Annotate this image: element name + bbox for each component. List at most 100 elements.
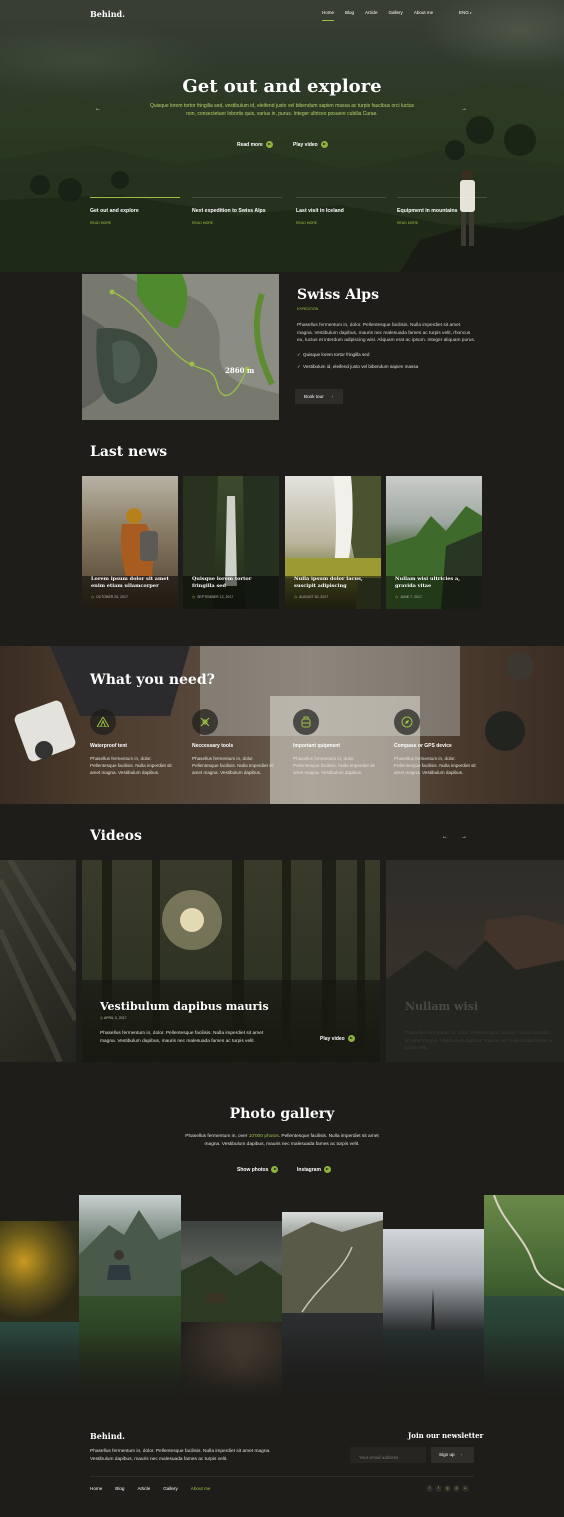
check-label: Quisque lorem tortor fringilla sed	[303, 352, 370, 357]
hero-item[interactable]: Get out and explore READ MORE	[90, 197, 180, 225]
clock-icon: ◷	[91, 595, 95, 599]
play-icon	[320, 141, 328, 148]
play-video-label: Play video	[320, 1035, 345, 1042]
footer-nav-blog[interactable]: Blog	[115, 1486, 124, 1491]
read-more-button[interactable]: Read more	[237, 141, 273, 148]
nav-blog[interactable]: Blog	[345, 10, 354, 21]
show-photos-button[interactable]: Show photos	[237, 1166, 279, 1173]
alps-map-image: 2860 m	[82, 274, 279, 420]
news-card-title[interactable]: Quisque lorem tortor fringilla sed	[192, 576, 272, 589]
gallery-photo[interactable]	[0, 1221, 79, 1322]
news-card-title[interactable]: Lorem ipsum dolor sit amet enim etiam ul…	[91, 576, 171, 589]
hero-item-link[interactable]: READ MORE	[192, 221, 282, 225]
need-item-text: Phasellus fermentum in, dolor. Pellentes…	[293, 756, 375, 775]
footer-nav-article[interactable]: Article	[137, 1486, 150, 1491]
news-card-title[interactable]: Nullam wisi ultricies a, gravida vitae	[395, 576, 475, 589]
signup-button[interactable]: Sign up ›	[431, 1447, 474, 1463]
video-title[interactable]: Vestibulum dapibus mauris	[100, 1000, 269, 1013]
arrow-right-icon	[265, 141, 273, 148]
news-card[interactable]: Lorem ipsum dolor sit amet enim etiam ul…	[82, 476, 178, 609]
hero-landscape-image	[0, 80, 564, 272]
what-you-need-section	[0, 646, 564, 804]
facebook-icon[interactable]: f	[435, 1485, 442, 1492]
arrow-right-icon[interactable]: →	[461, 834, 467, 840]
footer-nav-about[interactable]: About me	[191, 1486, 211, 1491]
need-item-text: Phasellus fermentum in, dolor. Pellentes…	[394, 756, 476, 775]
news-card[interactable]: Nullam wisi ultricies a, gravida vitae ◷…	[386, 476, 482, 609]
nav-gallery[interactable]: Gallery	[389, 10, 403, 21]
video-thumb-prev[interactable]	[0, 860, 76, 1062]
hero-section: Behind. Home Blog Article Gallery About …	[0, 0, 564, 272]
arrow-right-icon: ›	[331, 394, 334, 399]
arrow-right-icon	[271, 1166, 279, 1173]
footer-nav-home[interactable]: Home	[90, 1486, 102, 1491]
nav-about[interactable]: About me	[414, 10, 433, 21]
gallery-photo[interactable]	[484, 1195, 564, 1296]
compass-icon	[394, 709, 420, 735]
video-next-title[interactable]: Nullam wisi	[405, 1000, 478, 1013]
need-item: Waterproof tent Phasellus fermentum in, …	[90, 709, 172, 776]
play-video-button[interactable]: Play video	[293, 141, 328, 148]
nav-article[interactable]: Article	[365, 10, 378, 21]
news-card-date: ◷ SEPTEMBER 12, 2017	[192, 595, 233, 599]
need-section-title: What you need?	[90, 672, 215, 688]
gallery-photo[interactable]	[282, 1212, 383, 1313]
newsletter-email-input[interactable]	[350, 1447, 426, 1463]
hero-item[interactable]: Equipment in mountains READ MORE	[397, 197, 487, 225]
backpack-icon	[293, 709, 319, 735]
video-date-label: APRIL 3, 2017	[103, 1016, 127, 1020]
altitude-label: 2860 m	[225, 366, 255, 375]
gallery-desc-text: Phasellus fermentum in, over	[185, 1134, 248, 1139]
news-card[interactable]: Nulla ipsum dolor lacus, suscipit adipis…	[285, 476, 381, 609]
news-card-date-label: SEPTEMBER 12, 2017	[197, 595, 234, 599]
instagram-button[interactable]: Instagram	[297, 1166, 331, 1173]
need-item: Neccessary tools Phasellus fermentum in,…	[192, 709, 274, 776]
language-label: ENG	[459, 10, 469, 15]
clock-icon: ◷	[294, 595, 298, 599]
footer-divider	[90, 1476, 474, 1477]
news-image	[285, 476, 381, 609]
hero-item-title: Last visit in Iceland	[296, 208, 344, 214]
news-image	[183, 476, 279, 609]
hero-item-link[interactable]: READ MORE	[90, 221, 180, 225]
chevron-right-icon[interactable]: →	[461, 106, 467, 112]
news-card-date-label: AUGUST 30, 2017	[299, 595, 329, 599]
instagram-icon[interactable]: ◎	[453, 1485, 460, 1492]
gallery-photo[interactable]	[383, 1229, 484, 1330]
gallery-photo[interactable]	[181, 1221, 282, 1322]
arrow-left-icon[interactable]: ←	[442, 834, 448, 840]
footer-nav-gallery[interactable]: Gallery	[163, 1486, 178, 1491]
youtube-icon[interactable]: ▸	[462, 1485, 469, 1492]
chevron-left-icon[interactable]: ←	[95, 106, 101, 112]
gallery-photo[interactable]	[79, 1195, 181, 1296]
check-label: Vestibulum id, eleifend justo vel bibend…	[303, 364, 419, 369]
book-tour-label: Book tour	[304, 394, 324, 399]
clock-icon: ◷	[395, 595, 399, 599]
google-plus-icon[interactable]: g	[444, 1485, 451, 1492]
videos-section-title: Videos	[90, 828, 142, 844]
need-item: Important quipment Phasellus fermentum i…	[293, 709, 375, 776]
gallery-description: Phasellus fermentum in, over 10'000 phot…	[182, 1133, 382, 1148]
read-more-label: Read more	[237, 141, 263, 148]
footer-logo[interactable]: Behind.	[90, 1431, 125, 1441]
hero-item[interactable]: Last visit in Iceland READ MORE	[296, 197, 386, 225]
signup-label: Sign up	[439, 1452, 455, 1457]
show-photos-label: Show photos	[237, 1166, 269, 1173]
book-tour-button[interactable]: Book tour ›	[295, 389, 343, 404]
hero-item-link[interactable]: READ MORE	[397, 221, 487, 225]
hero-item[interactable]: Next expedition to Swiss Alps READ MORE	[192, 197, 282, 225]
brand-logo[interactable]: Behind.	[90, 9, 125, 19]
video-play-button[interactable]: Play video	[320, 1035, 355, 1042]
news-card-title[interactable]: Nulla ipsum dolor lacus, suscipit adipis…	[294, 576, 374, 589]
twitter-icon[interactable]: t	[426, 1485, 433, 1492]
news-image	[386, 506, 482, 609]
news-card[interactable]: Quisque lorem tortor fringilla sed ◷ SEPT…	[183, 476, 279, 609]
footer-nav: Home Blog Article Gallery About me	[90, 1486, 223, 1491]
clock-icon: ◷	[100, 1016, 104, 1020]
hero-item-link[interactable]: READ MORE	[296, 221, 386, 225]
nav-home[interactable]: Home	[322, 10, 335, 21]
footer-description: Phasellus fermentum in, dolor. Pellentes…	[90, 1449, 271, 1462]
need-item-title: Compass or GPS device	[394, 743, 452, 749]
need-item-title: Important quipment	[293, 743, 340, 749]
language-switch[interactable]: ENG ▾	[459, 10, 472, 15]
